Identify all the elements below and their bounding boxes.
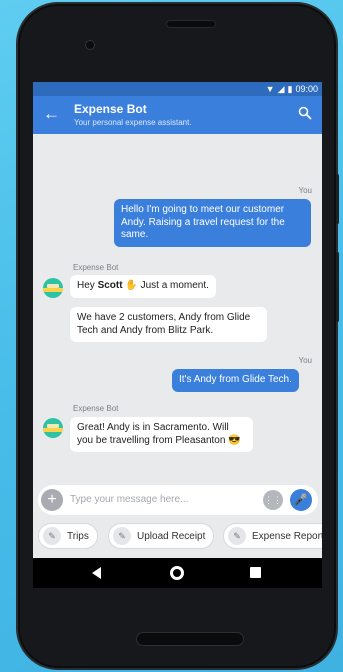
arrow-left-icon[interactable]: ← xyxy=(43,105,60,122)
earpiece-speaker xyxy=(166,20,216,28)
phone-screen: ▼ ◢ ▮ 09:00 ← Expense Bot Your personal … xyxy=(33,82,322,588)
nav-back-icon[interactable] xyxy=(92,567,101,579)
status-time: 09:00 xyxy=(295,84,318,94)
bot-avatar xyxy=(43,278,63,298)
chip-upload-receipt[interactable]: ✎ Upload Receipt xyxy=(108,523,215,549)
system-nav-bar xyxy=(33,558,322,588)
plus-icon[interactable]: + xyxy=(41,489,63,511)
app-title: Expense Bot xyxy=(74,102,147,116)
search-icon[interactable] xyxy=(298,106,312,120)
power-button xyxy=(336,174,339,224)
message-input-bar: + Type your message here... ⋮⋮ 🎤 xyxy=(38,485,318,515)
app-subtitle: Your personal expense assistant. xyxy=(74,118,192,127)
nav-recents-icon[interactable] xyxy=(250,567,261,578)
bot-avatar xyxy=(43,418,63,438)
chip-trips[interactable]: ✎ Trips xyxy=(38,523,98,549)
mic-icon[interactable]: 🎤 xyxy=(290,489,312,511)
keypad-icon[interactable]: ⋮⋮ xyxy=(263,490,283,510)
magic-wand-icon: ✎ xyxy=(43,527,61,545)
app-bar: ← Expense Bot Your personal expense assi… xyxy=(33,96,322,134)
volume-button xyxy=(336,252,339,322)
bot-message: Great! Andy is in Sacramento. Will you b… xyxy=(70,417,253,452)
bot-message: We have 2 customers, Andy from Glide Tec… xyxy=(70,307,267,342)
message-input[interactable]: Type your message here... xyxy=(70,494,188,505)
sender-label: Expense Bot xyxy=(73,404,119,413)
user-message: Hello I'm going to meet our customer And… xyxy=(114,199,311,247)
status-bar: ▼ ◢ ▮ 09:00 xyxy=(33,82,322,96)
sender-label: Expense Bot xyxy=(73,263,119,272)
battery-icon: ▮ xyxy=(287,83,293,94)
chip-expense-report[interactable]: ✎ Expense Report xyxy=(223,523,322,549)
magic-wand-icon: ✎ xyxy=(113,527,131,545)
magic-wand-icon: ✎ xyxy=(228,527,246,545)
front-camera xyxy=(85,40,95,50)
bot-message: Hey Scott ✋ Just a moment. xyxy=(70,275,216,298)
wifi-icon: ▼ xyxy=(265,84,275,94)
user-message: It's Andy from Glide Tech. xyxy=(172,369,299,392)
sender-label: You xyxy=(298,356,313,365)
signal-icon: ◢ xyxy=(277,83,285,94)
bottom-speaker xyxy=(136,632,244,646)
nav-home-icon[interactable] xyxy=(170,566,184,580)
sender-label: You xyxy=(298,186,313,195)
